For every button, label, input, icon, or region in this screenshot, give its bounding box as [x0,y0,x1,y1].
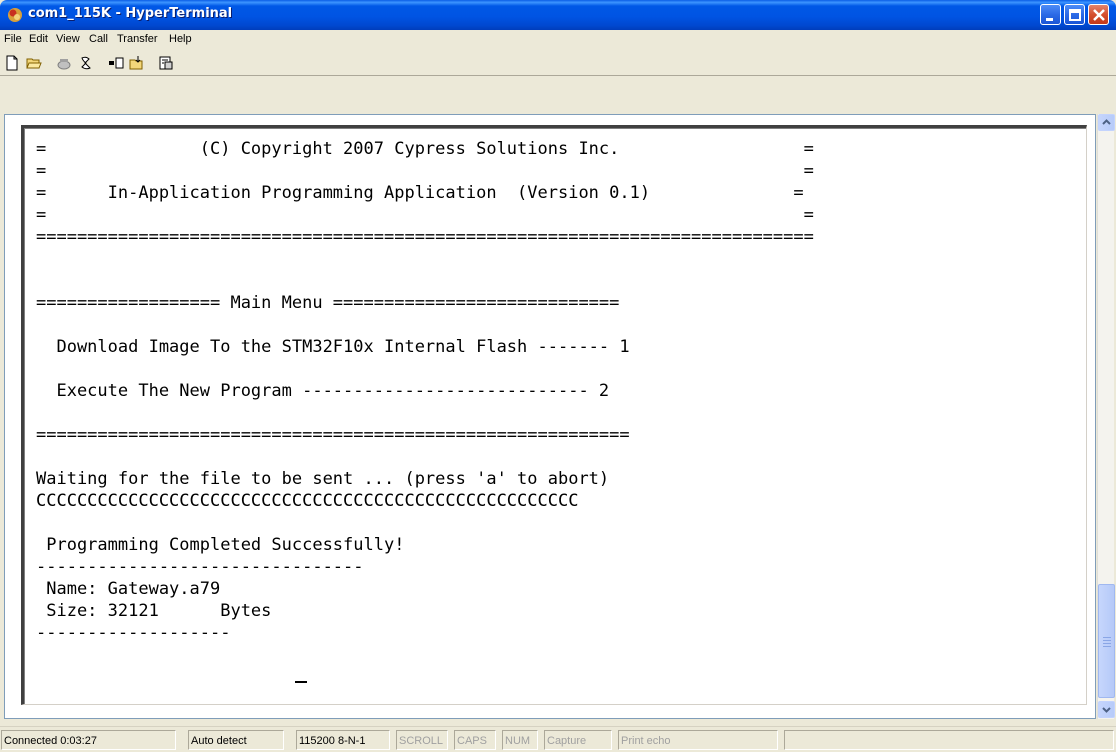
title-bar[interactable]: com1_115K - HyperTerminal [0,0,1116,30]
properties-icon [159,56,173,70]
receive-icon [129,56,143,70]
scroll-grip [1103,637,1111,638]
status-detect: Auto detect [188,730,284,750]
terminal-line: -------------------------------- [36,557,364,577]
scroll-up-button[interactable] [1098,114,1115,131]
call-icon [57,59,71,70]
disconnect-button[interactable] [76,53,96,73]
send-button[interactable] [106,53,126,73]
terminal-line: = In-Application Programming Application… [36,183,804,203]
close-button[interactable] [1088,4,1109,25]
maximize-icon [1069,9,1081,21]
close-icon [1093,9,1105,21]
scroll-grip [1103,646,1111,647]
terminal-line: Execute The New Program ----------------… [36,381,610,401]
terminal-line: Waiting for the file to be sent ... (pre… [36,469,610,489]
terminal-line: ================== Main Menu ===========… [36,293,620,313]
maximize-button[interactable] [1064,4,1085,25]
receive-button[interactable] [126,53,146,73]
terminal-line: CCCCCCCCCCCCCCCCCCCCCCCCCCCCCCCCCCCCCCCC… [36,491,579,511]
status-caps: CAPS [454,730,496,750]
terminal-line: Download Image To the STM32F10x Internal… [36,337,630,357]
status-capture: Capture [544,730,612,750]
open-icon [26,58,42,69]
menu-edit[interactable]: Edit [29,33,48,45]
terminal-top-gap [0,76,1116,114]
call-button[interactable] [54,53,74,73]
minimize-button[interactable] [1040,4,1061,25]
window-title: com1_115K - HyperTerminal [28,6,233,21]
status-settings: 115200 8-N-1 [296,730,390,750]
scroll-thumb[interactable] [1098,584,1115,698]
disconnect-icon [81,56,91,70]
vertical-scrollbar[interactable] [1097,114,1115,719]
minimize-icon [1046,18,1053,21]
status-print-echo: Print echo [618,730,778,750]
open-button[interactable] [24,53,44,73]
toolbar [0,50,1116,76]
properties-button[interactable] [156,53,176,73]
terminal-line: ========================================… [36,227,814,247]
terminal-line: Size: 32121 Bytes [36,601,272,621]
menu-file[interactable]: File [4,33,22,45]
menu-bar: File Edit View Call Transfer Help [0,30,1116,50]
chevron-down-icon [1102,707,1111,713]
new-icon [6,55,18,71]
terminal-line: ========================================… [36,425,630,445]
new-button[interactable] [2,53,22,73]
scroll-grip [1103,640,1111,641]
scroll-down-button[interactable] [1098,701,1115,718]
status-scroll: SCROLL [396,730,448,750]
chevron-up-icon [1102,119,1111,125]
status-bar: Connected 0:03:27 Auto detect 115200 8-N… [0,726,1116,752]
terminal-screen[interactable]: = (C) Copyright 2007 Cypress Solutions I… [21,125,1087,705]
menu-help[interactable]: Help [169,33,192,45]
terminal-area[interactable]: = (C) Copyright 2007 Cypress Solutions I… [4,114,1096,719]
scroll-grip [1103,643,1111,644]
menu-call[interactable]: Call [89,33,108,45]
menu-transfer[interactable]: Transfer [117,33,158,45]
terminal-line: = (C) Copyright 2007 Cypress Solutions I… [36,139,814,159]
menu-view[interactable]: View [56,33,80,45]
text-cursor [295,681,307,683]
hyperterminal-window: com1_115K - HyperTerminal File Edit View… [0,0,1116,752]
terminal-line: Programming Completed Successfully! [36,535,405,555]
status-empty [784,730,1114,750]
send-icon [109,57,124,69]
terminal-line: Name: Gateway.a79 [36,579,221,599]
terminal-line: ------------------- [36,623,231,643]
terminal-line: = = [36,161,814,181]
status-connected: Connected 0:03:27 [1,730,176,750]
status-num: NUM [502,730,538,750]
hyperterminal-app-icon[interactable] [7,7,23,23]
terminal-line: = = [36,205,814,225]
